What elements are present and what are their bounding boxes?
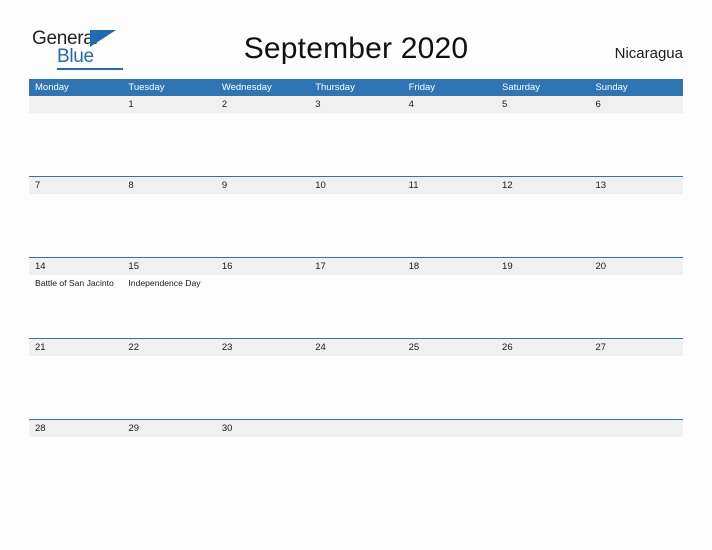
calendar-empty-cell [309, 420, 402, 464]
calendar-day-cell[interactable]: 5 [496, 96, 589, 176]
calendar-day-cell[interactable]: 12 [496, 177, 589, 257]
day-number: 8 [128, 180, 134, 191]
day-number: 17 [315, 261, 326, 272]
calendar-week-row: 1 2 3 4 5 6 [29, 96, 683, 176]
day-number [496, 420, 589, 437]
calendar-page: General Blue September 2020 Nicaragua Mo… [0, 0, 712, 550]
day-number: 14 [35, 261, 46, 272]
day-number [309, 420, 402, 437]
calendar-day-cell[interactable]: 20 [589, 258, 682, 338]
day-number: 20 [595, 261, 607, 272]
weekday-header-sunday: Sunday [595, 82, 628, 93]
day-number: 24 [315, 342, 326, 353]
day-number: 2 [221, 99, 228, 110]
day-number: 16 [221, 261, 233, 272]
calendar-day-cell[interactable]: 29 [122, 420, 215, 464]
calendar-day-cell[interactable]: 11 [403, 177, 496, 257]
weekday-header-friday: Friday [408, 82, 436, 93]
weekday-header-thursday: Thursday [315, 82, 355, 93]
day-events: Battle of San Jacinto [29, 275, 122, 290]
calendar-day-cell[interactable]: 28 [29, 420, 122, 464]
day-number: 29 [128, 423, 139, 434]
calendar-week-row: 7 8 9 10 11 12 13 [29, 176, 683, 257]
weekday-header-saturday: Saturday [502, 82, 541, 93]
calendar-empty-cell [589, 420, 682, 464]
week-cells: 28 29 30 [29, 420, 683, 464]
calendar-empty-cell [496, 420, 589, 464]
week-cells: 7 8 9 10 11 12 13 [29, 177, 683, 257]
week-cells: 1 2 3 4 5 6 [29, 96, 683, 176]
day-number [589, 420, 682, 437]
calendar-day-cell[interactable]: 2 [216, 96, 309, 176]
day-number: 18 [408, 261, 420, 272]
calendar-day-cell[interactable]: 25 [403, 339, 496, 419]
calendar-day-cell[interactable]: 22 [122, 339, 215, 419]
day-number: 30 [221, 423, 233, 434]
calendar-day-cell[interactable]: 9 [216, 177, 309, 257]
calendar-weeks: 1 2 3 4 5 6 7 8 9 10 11 12 13 14 Battle of San Jacinto… [29, 96, 683, 464]
weekday-header-monday: Monday [35, 82, 69, 93]
calendar-day-cell[interactable]: 21 [29, 339, 122, 419]
day-number: 10 [315, 180, 326, 191]
day-number: 7 [35, 180, 41, 191]
weekday-header-row: Monday Tuesday Wednesday Thursday Friday Satu… [29, 79, 683, 96]
day-number: 27 [595, 342, 607, 353]
weekday-header-tuesday: Tuesday [128, 82, 165, 93]
calendar-day-cell[interactable]: 16 [216, 258, 309, 338]
calendar-day-cell[interactable]: 10 [309, 177, 402, 257]
calendar-day-cell[interactable]: 19 [496, 258, 589, 338]
week-cells: 14 Battle of San Jacinto 15 Independence Da… [29, 258, 683, 338]
day-number [403, 420, 496, 437]
day-number: 12 [502, 180, 513, 191]
calendar-week-row: 28 29 30 [29, 419, 683, 464]
day-number: 26 [502, 342, 513, 353]
day-number: 19 [502, 261, 513, 272]
day-events: Independence Day [122, 275, 215, 290]
calendar-day-cell[interactable]: 30 [216, 420, 309, 464]
week-cells: 21 22 23 24 25 26 27 [29, 339, 683, 419]
calendar-day-cell[interactable]: 14 Battle of San Jacinto [29, 258, 122, 338]
calendar-grid: Monday Tuesday Wednesday Thursday Friday Satu… [29, 79, 683, 464]
calendar-day-cell[interactable]: 27 [589, 339, 682, 419]
holiday-label: Independence Day [128, 278, 201, 288]
day-number: 3 [315, 99, 321, 110]
day-number [29, 96, 122, 113]
page-header: General Blue September 2020 Nicaragua [0, 0, 712, 78]
calendar-day-cell[interactable]: 15 Independence Day [122, 258, 215, 338]
calendar-week-row: 21 22 23 24 25 26 27 [29, 338, 683, 419]
calendar-day-cell[interactable]: 6 [589, 96, 682, 176]
day-number: 15 [128, 261, 139, 272]
calendar-day-cell[interactable]: 23 [216, 339, 309, 419]
day-number: 21 [35, 342, 46, 353]
calendar-day-cell[interactable]: 8 [122, 177, 215, 257]
day-number: 4 [408, 99, 414, 110]
day-number: 6 [595, 99, 601, 110]
day-number: 13 [595, 180, 607, 191]
calendar-empty-cell [29, 96, 122, 176]
calendar-day-cell[interactable]: 4 [403, 96, 496, 176]
day-number: 1 [128, 99, 134, 110]
calendar-day-cell[interactable]: 1 [122, 96, 215, 176]
calendar-day-cell[interactable]: 24 [309, 339, 402, 419]
calendar-week-row: 14 Battle of San Jacinto 15 Independence Da… [29, 257, 683, 338]
day-number: 9 [221, 180, 228, 191]
country-label: Nicaragua [614, 45, 683, 62]
calendar-day-cell[interactable]: 13 [589, 177, 682, 257]
day-number: 28 [35, 423, 46, 434]
calendar-day-cell[interactable]: 17 [309, 258, 402, 338]
calendar-day-cell[interactable]: 3 [309, 96, 402, 176]
weekday-header-wednesday: Wednesday [221, 82, 272, 93]
holiday-label: Battle of San Jacinto [35, 278, 114, 288]
day-number: 25 [408, 342, 420, 353]
logo-underline-bar [57, 68, 123, 70]
calendar-empty-cell [403, 420, 496, 464]
calendar-day-cell[interactable]: 26 [496, 339, 589, 419]
day-number: 5 [502, 99, 508, 110]
day-number: 11 [408, 180, 419, 191]
page-title: September 2020 [243, 32, 469, 65]
calendar-day-cell[interactable]: 18 [403, 258, 496, 338]
calendar-day-cell[interactable]: 7 [29, 177, 122, 257]
day-number: 23 [221, 342, 233, 353]
day-number: 22 [128, 342, 139, 353]
